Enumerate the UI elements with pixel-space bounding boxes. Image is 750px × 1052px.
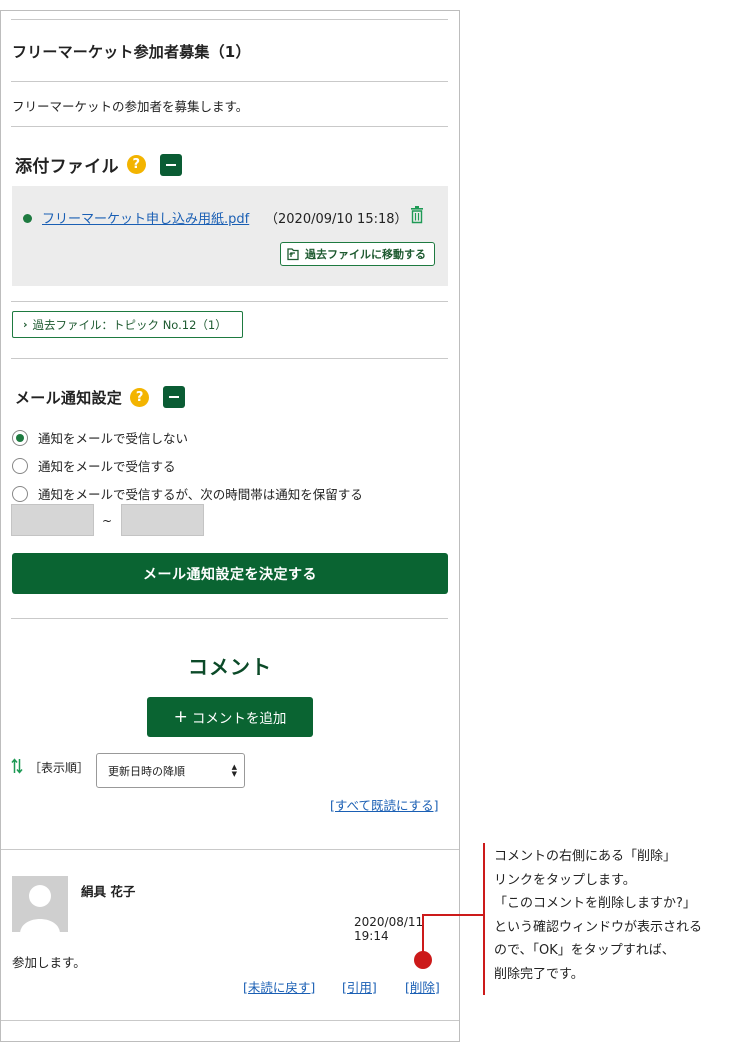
callout-line: 「このコメントを削除しますか?」 (494, 896, 696, 911)
callout-line: という確認ウィンドウが表示される (494, 919, 703, 935)
callout-line: コメントの右側にある「削除」 (494, 849, 677, 864)
callout-bar (483, 843, 485, 995)
callout-line: 削除完了です。 (494, 966, 584, 982)
callout-note: コメントの右側にある「削除」 リンクをタップします。 「このコメントを削除します… (494, 845, 750, 986)
callout-line: ので、「OK」をタップすれば、 (494, 943, 675, 958)
callout-line: リンクをタップします。 (494, 872, 636, 888)
